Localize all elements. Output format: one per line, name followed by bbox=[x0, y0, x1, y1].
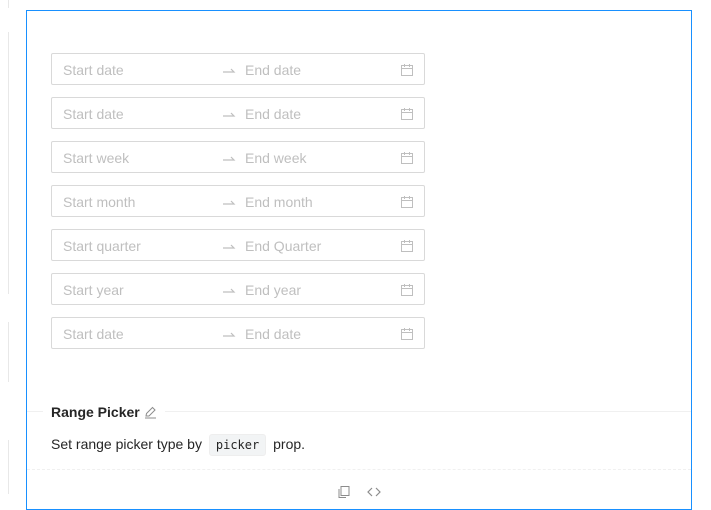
left-page-edge bbox=[0, 0, 10, 494]
description-text-end: prop. bbox=[273, 436, 306, 452]
actions-divider bbox=[27, 469, 691, 470]
end-date-input[interactable]: End date bbox=[245, 325, 301, 343]
range-picker-date[interactable]: Start date End date bbox=[51, 53, 425, 85]
range-picker-date-last[interactable]: Start date End date bbox=[51, 317, 425, 349]
calendar-icon bbox=[401, 196, 413, 208]
range-picker-year[interactable]: Start year End year bbox=[51, 273, 425, 305]
swap-right-icon bbox=[223, 68, 236, 73]
swap-right-icon bbox=[223, 288, 236, 293]
range-picker-week[interactable]: Start week End week bbox=[51, 141, 425, 173]
start-month-input[interactable]: Start month bbox=[63, 193, 135, 211]
swap-right-icon bbox=[223, 112, 236, 117]
swap-right-icon bbox=[223, 244, 236, 249]
section-title: Range Picker bbox=[43, 402, 165, 422]
calendar-icon bbox=[401, 108, 413, 120]
start-year-input[interactable]: Start year bbox=[63, 281, 124, 299]
end-month-input[interactable]: End month bbox=[245, 193, 313, 211]
left-divider bbox=[8, 32, 9, 294]
swap-right-icon bbox=[223, 156, 236, 161]
description-text: Set range picker type by bbox=[51, 436, 202, 452]
end-week-input[interactable]: End week bbox=[245, 149, 306, 167]
range-picker-datetime[interactable]: Start date End date bbox=[51, 97, 425, 129]
calendar-icon bbox=[401, 64, 413, 76]
end-date-input[interactable]: End date bbox=[245, 105, 301, 123]
start-date-input[interactable]: Start date bbox=[63, 325, 124, 343]
calendar-icon bbox=[401, 328, 413, 340]
range-picker-quarter[interactable]: Start quarter End Quarter bbox=[51, 229, 425, 261]
start-date-input[interactable]: Start date bbox=[63, 105, 124, 123]
code-snippet: picker bbox=[208, 434, 267, 456]
left-divider bbox=[8, 0, 9, 8]
end-date-input[interactable]: End date bbox=[245, 61, 301, 79]
left-divider bbox=[8, 322, 9, 382]
start-date-input[interactable]: Start date bbox=[63, 61, 124, 79]
end-year-input[interactable]: End year bbox=[245, 281, 301, 299]
calendar-icon bbox=[401, 152, 413, 164]
swap-right-icon bbox=[223, 332, 236, 337]
calendar-icon bbox=[401, 240, 413, 252]
end-quarter-input[interactable]: End Quarter bbox=[245, 237, 321, 255]
swap-right-icon bbox=[223, 200, 236, 205]
left-divider bbox=[8, 440, 9, 494]
section-description: Set range picker type by picker prop. bbox=[51, 433, 305, 456]
code-icon[interactable] bbox=[367, 485, 381, 499]
demo-card: Start date End date Start date End date … bbox=[26, 10, 692, 510]
copy-icon[interactable] bbox=[337, 485, 351, 499]
start-quarter-input[interactable]: Start quarter bbox=[63, 237, 141, 255]
calendar-icon bbox=[401, 284, 413, 296]
start-week-input[interactable]: Start week bbox=[63, 149, 129, 167]
section-title-text: Range Picker bbox=[51, 404, 140, 420]
edit-icon[interactable] bbox=[144, 406, 157, 419]
range-picker-month[interactable]: Start month End month bbox=[51, 185, 425, 217]
